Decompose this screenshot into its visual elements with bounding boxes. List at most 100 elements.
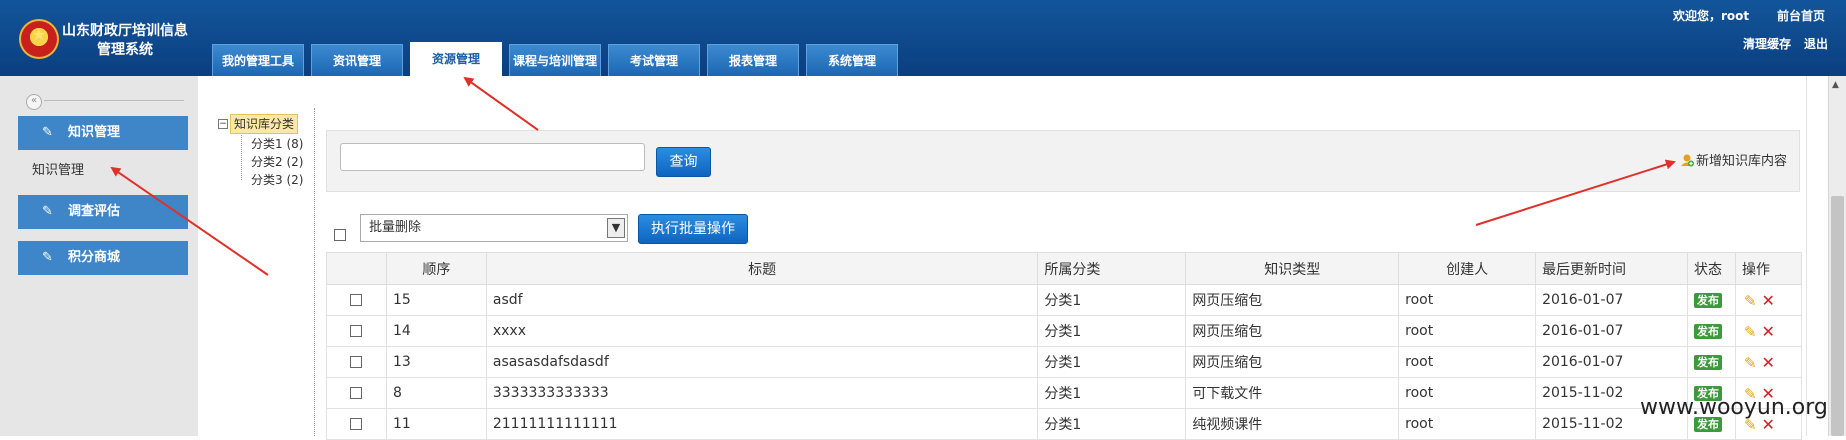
column-header[interactable]: 创建人 <box>1398 252 1537 285</box>
system-title-line2: 管理系统 <box>97 42 153 58</box>
edit-pencil-icon[interactable]: ✎ <box>1744 292 1757 310</box>
table-row: 13 asasasdafsdasdf 分类1 网页压缩包 root 2016-01-07 发… <box>326 346 1803 378</box>
type-cell: 纯视频课件 <box>1185 408 1400 440</box>
scroll-up-icon[interactable]: ▲ <box>1832 80 1839 90</box>
tab-news[interactable]: 资讯管理 <box>311 44 403 76</box>
search-input[interactable] <box>340 143 645 171</box>
sidebar-item-knowledge[interactable]: ✎ 知识管理 <box>18 116 188 150</box>
row-checkbox-cell <box>326 315 387 347</box>
type-cell: 网页压缩包 <box>1185 284 1400 316</box>
bulk-action-value: 批量删除 <box>369 220 422 235</box>
order-cell: 14 <box>385 315 487 347</box>
tree-root-node[interactable]: 知识库分类 <box>230 114 299 134</box>
column-header[interactable]: 顺序 <box>385 252 487 285</box>
row-checkbox[interactable] <box>350 356 363 368</box>
tab-my-tools[interactable]: 我的管理工具 <box>212 44 304 76</box>
sidebar-item-label: 积分商城 <box>68 250 121 265</box>
sidebar-item-survey[interactable]: ✎ 调查评估 <box>18 195 188 229</box>
system-title-line1: 山东财政厅培训信息 <box>62 23 188 39</box>
tab-reports[interactable]: 报表管理 <box>707 44 799 76</box>
row-checkbox-cell <box>326 284 387 316</box>
creator-cell: root <box>1398 315 1537 347</box>
tree-collapse-icon[interactable]: − <box>218 119 228 129</box>
logout-link[interactable]: 退出 <box>1804 35 1828 52</box>
welcome-text: 欢迎您，root <box>1673 9 1750 23</box>
type-cell: 网页压缩包 <box>1185 315 1400 347</box>
arrow-to-resource-tab <box>463 76 539 131</box>
actions-cell: ✎ ✕ <box>1734 315 1803 347</box>
pencil-icon: ✎ <box>42 204 53 219</box>
edit-pencil-icon[interactable]: ✎ <box>1744 323 1757 341</box>
column-header[interactable]: 所属分类 <box>1037 252 1187 285</box>
order-cell: 11 <box>385 408 487 440</box>
title-cell: asdf <box>485 284 1039 316</box>
updated-cell: 2016-01-07 <box>1535 315 1688 347</box>
row-checkbox[interactable] <box>350 294 363 306</box>
status-badge[interactable]: 发布 <box>1693 355 1722 370</box>
title-cell: 21111111111111 <box>485 408 1039 440</box>
column-header: 状态 <box>1686 252 1736 285</box>
row-checkbox-cell <box>326 408 387 440</box>
row-checkbox[interactable] <box>350 418 363 430</box>
search-button[interactable]: 查询 <box>656 147 711 177</box>
order-cell: 13 <box>385 346 487 378</box>
chevron-down-icon: ▼ <box>607 218 625 238</box>
creator-cell: root <box>1398 284 1537 316</box>
tab-system[interactable]: 系统管理 <box>806 44 898 76</box>
tree-node[interactable]: 分类1 (8) <box>251 135 303 152</box>
top-header: ★ 山东财政厅培训信息 管理系统 我的管理工具 资讯管理 资源管理 课程与培训管… <box>0 0 1846 78</box>
tab-resources[interactable]: 资源管理 <box>410 42 502 78</box>
add-knowledge-link[interactable]: 新增知识库内容 <box>1680 150 1787 169</box>
table-row: 14 xxxx 分类1 网页压缩包 root 2016-01-07 发布 ✎ ✕ <box>326 315 1803 347</box>
type-cell: 网页压缩包 <box>1185 346 1400 378</box>
tree-node[interactable]: 分类2 (2) <box>251 153 303 170</box>
tab-exams[interactable]: 考试管理 <box>608 44 700 76</box>
table-row: 8 3333333333333 分类1 可下载文件 root 2015-11-02 发布 ✎ ✕ <box>326 377 1803 409</box>
front-home-link[interactable]: 前台首页 <box>1777 7 1825 24</box>
status-badge[interactable]: 发布 <box>1693 293 1722 308</box>
creator-cell: root <box>1398 377 1537 409</box>
scrollbar-thumb[interactable] <box>1831 196 1844 436</box>
delete-x-icon[interactable]: ✕ <box>1762 353 1775 372</box>
system-title: 山东财政厅培训信息 管理系统 <box>60 22 190 60</box>
edit-pencil-icon[interactable]: ✎ <box>1744 354 1757 372</box>
category-cell: 分类1 <box>1037 284 1187 316</box>
execute-bulk-button[interactable]: 执行批量操作 <box>638 214 748 244</box>
delete-x-icon[interactable]: ✕ <box>1762 322 1775 341</box>
status-badge[interactable]: 发布 <box>1693 324 1722 339</box>
column-header[interactable]: 知识类型 <box>1185 252 1400 285</box>
tab-courses-training[interactable]: 课程与培训管理 <box>509 44 601 76</box>
watermark: www.wooyun.org <box>1640 395 1828 420</box>
sidebar-item-points-mall[interactable]: ✎ 积分商城 <box>18 241 188 275</box>
title-cell: asasasdafsdasdf <box>485 346 1039 378</box>
sidebar-item-label: 调查评估 <box>68 204 121 219</box>
order-cell: 8 <box>385 377 487 409</box>
sidebar-item-label: 知识管理 <box>68 125 121 140</box>
title-cell: 3333333333333 <box>485 377 1039 409</box>
tree-divider <box>314 108 316 436</box>
delete-x-icon[interactable]: ✕ <box>1762 291 1775 310</box>
vertical-scrollbar[interactable]: ▲ <box>1828 76 1846 436</box>
sidebar-divider <box>44 100 184 101</box>
row-checkbox-cell <box>326 346 387 378</box>
pencil-icon: ✎ <box>42 250 53 265</box>
sidebar-subitem-knowledge[interactable]: 知识管理 <box>32 159 84 178</box>
type-cell: 可下载文件 <box>1185 377 1400 409</box>
status-cell: 发布 <box>1686 346 1736 378</box>
title-cell: xxxx <box>485 315 1039 347</box>
row-checkbox[interactable] <box>350 325 363 337</box>
emblem-logo-icon: ★ <box>19 19 59 59</box>
status-cell: 发布 <box>1686 315 1736 347</box>
row-checkbox[interactable] <box>350 387 363 399</box>
clear-cache-link[interactable]: 清理缓存 <box>1743 35 1791 52</box>
tree-node[interactable]: 分类3 (2) <box>251 171 303 188</box>
bulk-action-select[interactable]: 批量删除 ▼ <box>360 214 628 242</box>
table-header-row: 顺序 标题 所属分类 知识类型 创建人 最后更新时间 状态 操作 <box>326 252 1803 285</box>
collapse-sidebar-icon[interactable]: « <box>26 94 42 110</box>
updated-cell: 2016-01-07 <box>1535 346 1688 378</box>
column-header[interactable]: 最后更新时间 <box>1535 252 1688 285</box>
select-all-checkbox[interactable] <box>334 229 346 241</box>
column-header[interactable]: 标题 <box>485 252 1039 285</box>
add-user-icon <box>1681 154 1694 167</box>
actions-cell: ✎ ✕ <box>1734 284 1803 316</box>
